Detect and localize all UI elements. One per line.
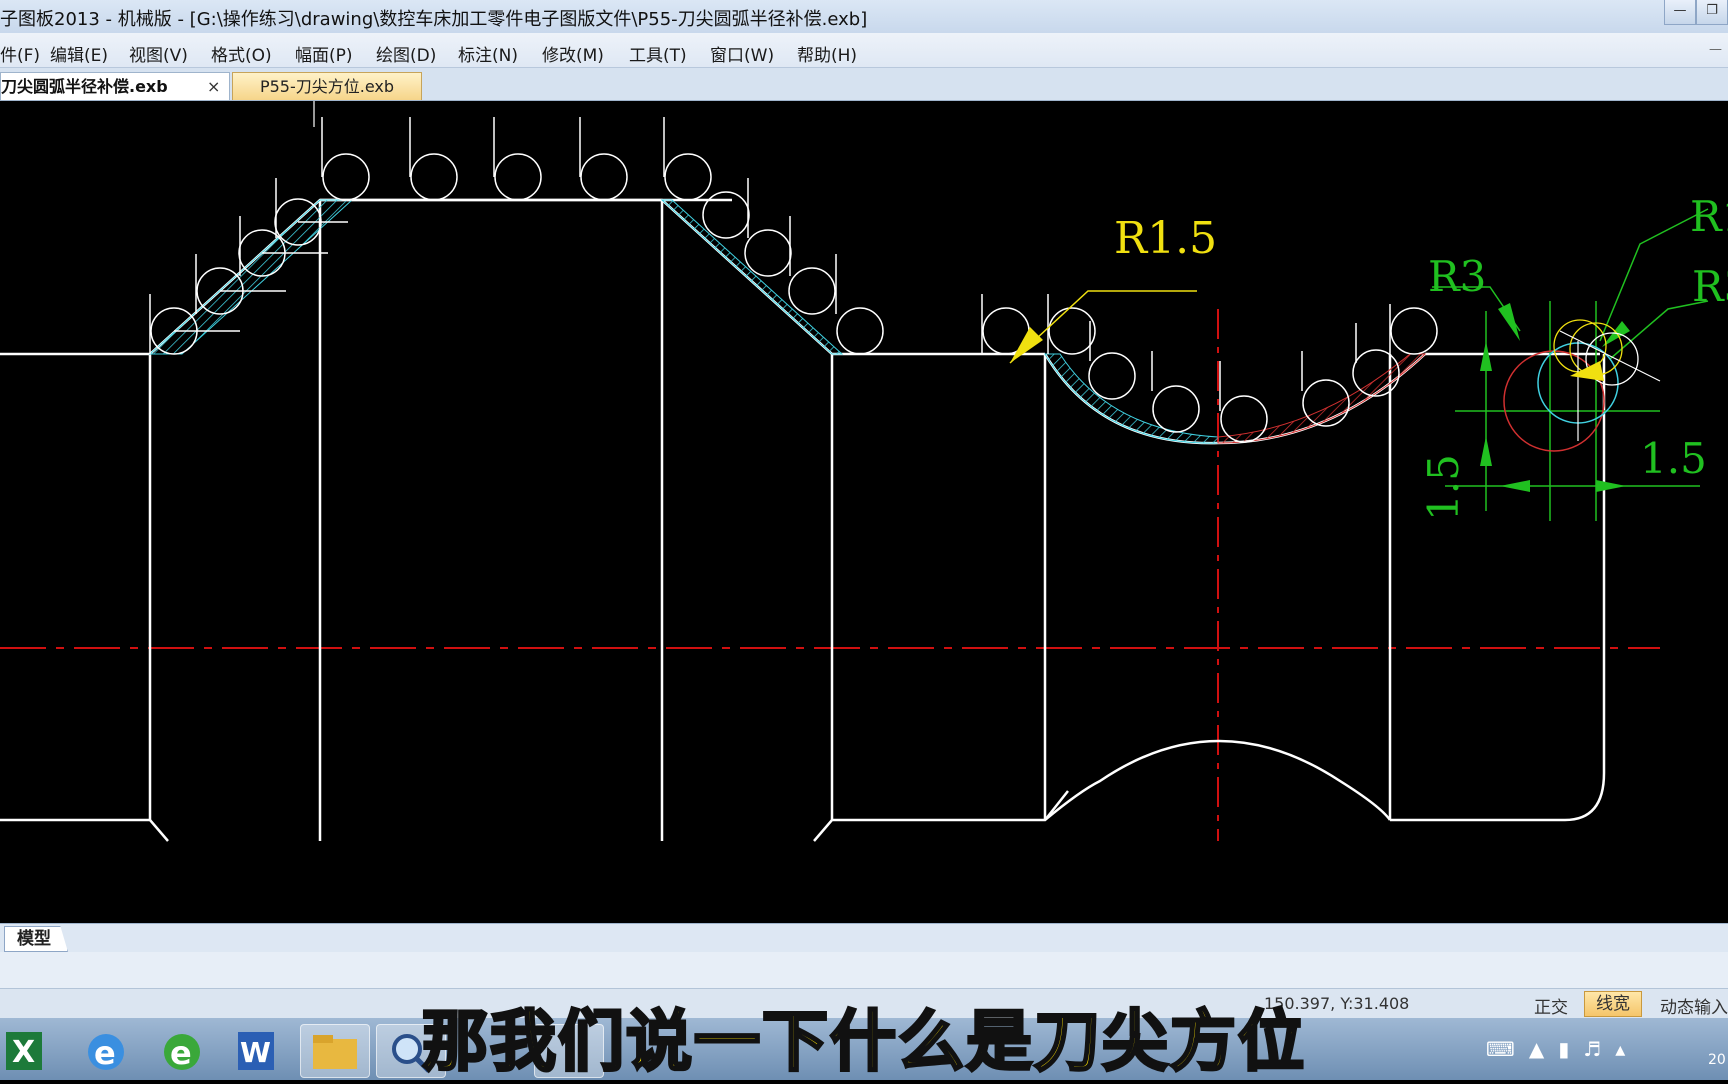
ie-green-taskbar-button[interactable]: e: [148, 1024, 216, 1076]
command-area[interactable]: [0, 952, 1728, 988]
dim-15-label: 1.5: [1640, 434, 1707, 483]
hatch-arc-left: [1044, 353, 1219, 444]
svg-text:X: X: [12, 1035, 35, 1070]
restore-button[interactable]: ❐: [1696, 0, 1728, 25]
volume-icon[interactable]: ♬: [1583, 1037, 1601, 1061]
excel-taskbar-button[interactable]: X: [0, 1024, 68, 1076]
menu-draw[interactable]: 绘图(D): [376, 41, 436, 66]
signal-icon[interactable]: ▴: [1615, 1037, 1625, 1061]
r15-label: R1.5: [1114, 213, 1217, 264]
coordinate-readout: 150.397, Y:31.408: [1264, 994, 1410, 1013]
mdi-restore-icon[interactable]: —: [1709, 42, 1722, 57]
linewidth-toggle[interactable]: 线宽: [1584, 991, 1642, 1017]
window-title: 子图板2013 - 机械版 - [G:\操作练习\drawing\数控车床加工零…: [0, 9, 868, 30]
r1-label: R1: [1690, 192, 1728, 241]
system-tray: ⌨ ▲ ▮ ♬ ▴: [1480, 1018, 1728, 1080]
menu-edit[interactable]: 编辑(E): [50, 41, 108, 66]
svg-text:W: W: [240, 1036, 271, 1069]
ie-icon: e: [164, 1034, 200, 1072]
tab-second-document[interactable]: P55-刀尖方位.exb: [232, 72, 422, 100]
tab-active-label: 刀尖圆弧半径补偿.exb: [1, 77, 168, 96]
search-app-icon: [392, 1034, 431, 1073]
ortho-toggle[interactable]: 正交: [1534, 993, 1568, 1018]
menu-help[interactable]: 帮助(H): [797, 41, 857, 66]
close-icon[interactable]: ×: [207, 73, 220, 100]
cad-drawing: R1.5 R3 R1 R: [0, 101, 1728, 842]
hatch-arc-right: [1217, 353, 1427, 444]
explorer-icon: [313, 1035, 357, 1069]
menu-view[interactable]: 视图(V): [129, 41, 188, 66]
menu-dimension[interactable]: 标注(N): [458, 41, 518, 66]
ie-taskbar-button[interactable]: e: [72, 1024, 140, 1076]
hatch-right-chamfer: [660, 199, 844, 355]
explorer-taskbar-button[interactable]: [300, 1024, 370, 1078]
minimize-button[interactable]: —: [1664, 0, 1696, 25]
detail-view: R3 R1 R3 1.5 1.5: [1419, 192, 1728, 521]
battery-icon[interactable]: ▮: [1558, 1037, 1569, 1061]
title-bar: 子图板2013 - 机械版 - [G:\操作练习\drawing\数控车床加工零…: [0, 0, 1728, 33]
r3-left-label: R3: [1428, 252, 1486, 301]
r15-annotation: R1.5: [1009, 213, 1217, 364]
menu-sheet[interactable]: 幅面(P): [295, 41, 353, 66]
word-icon: W: [238, 1032, 274, 1070]
word-taskbar-button[interactable]: W: [224, 1024, 292, 1076]
dynamic-input-toggle[interactable]: 动态输入: [1660, 993, 1728, 1018]
arrow-up-icon[interactable]: ▲: [1529, 1037, 1544, 1061]
taskbar: X e e W ⌨ ▲ ▮ ♬ ▴ 20: [0, 1018, 1728, 1080]
menu-tools[interactable]: 工具(T): [629, 41, 687, 66]
app-taskbar-button[interactable]: [534, 1024, 604, 1078]
search-app-taskbar-button[interactable]: [376, 1024, 446, 1078]
ie-icon: e: [88, 1034, 124, 1072]
dim-15-vertical-label: 1.5: [1419, 454, 1468, 521]
drawing-canvas[interactable]: R1.5 R3 R1 R: [0, 101, 1728, 923]
menu-window[interactable]: 窗口(W): [710, 41, 774, 66]
layout-tab-strip: 模型: [0, 923, 1728, 952]
clock[interactable]: 20: [1708, 1052, 1726, 1068]
document-tab-bar: 刀尖圆弧半径补偿.exb × P55-刀尖方位.exb: [0, 68, 1728, 101]
menu-file[interactable]: 件(F): [0, 41, 40, 66]
tool-nose-circles: [149, 117, 1438, 443]
svg-text:e: e: [94, 1034, 116, 1072]
svg-text:e: e: [170, 1034, 192, 1072]
tab-model[interactable]: 模型: [4, 926, 68, 952]
menu-modify[interactable]: 修改(M): [542, 41, 604, 66]
window-controls: — ❐: [1664, 0, 1728, 26]
keyboard-icon[interactable]: ⌨: [1486, 1037, 1515, 1061]
status-bar: 150.397, Y:31.408 正交 线宽 动态输入: [0, 988, 1728, 1019]
menu-format[interactable]: 格式(O): [211, 41, 272, 66]
excel-icon: X: [6, 1032, 42, 1070]
crosshair-cursor: [313, 101, 315, 127]
menu-bar: 件(F) 编辑(E) 视图(V) 格式(O) 幅面(P) 绘图(D) 标注(N)…: [0, 33, 1728, 68]
r3-right-label: R3: [1692, 262, 1728, 311]
tab-active-document[interactable]: 刀尖圆弧半径补偿.exb ×: [0, 72, 230, 100]
